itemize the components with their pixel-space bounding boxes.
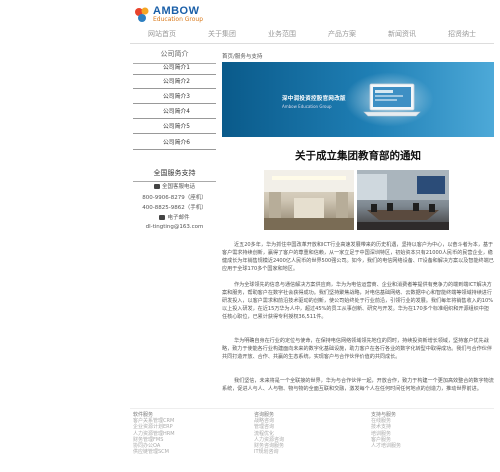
article-paragraph-2: 作为全球领先的信息与通信解决方案供应商，华为为电信运营商、企业和消费者等提供有竞… (222, 282, 494, 320)
article-paragraph-4: 我们坚信，未来将是一个全联接的世界，华为与合作伙伴一起，开放合作，致力于构建一个… (222, 378, 494, 392)
article-paragraph-1: 近五20多年，华为抓住中国改革开放和ICT行业高速发展带来的历史机遇，坚持以客户… (222, 242, 494, 272)
nav-products[interactable]: 产品方案 (328, 29, 356, 39)
banner-subline: Ambow Education Group (282, 104, 332, 109)
sidebar-item-1[interactable]: 公司简介1 (133, 62, 216, 75)
nav-careers[interactable]: 招贤纳士 (448, 29, 476, 39)
support-email-link[interactable]: dl-tingting@163.com (133, 224, 216, 230)
banner-image: 深中润投资控股官网改版 Ambow Education Group (222, 62, 494, 137)
footer-link[interactable]: 人才培训服务 (371, 443, 401, 449)
ambow-logo-icon[interactable] (133, 6, 151, 24)
breadcrumb[interactable]: 首页/服务与支持 (222, 52, 262, 60)
sidebar-item-4[interactable]: 公司简介4 (133, 106, 216, 119)
support-email-label: 电子邮件 (133, 213, 216, 221)
footer-column-software: 软件服务 客户关系管理CRM 企业资源计划ERP 人力资源管理HRM 财务管理F… (133, 412, 175, 455)
nav-home[interactable]: 网站首页 (148, 29, 176, 39)
footer-column-consulting: 咨询服务 战略咨询 管理咨询 流程优化 人力资源咨询 财务咨询服务 IT规划咨询 (254, 412, 284, 455)
support-email-text: 电子邮件 (167, 215, 190, 221)
footer-divider (130, 408, 494, 409)
sidebar-item-3[interactable]: 公司简介3 (133, 91, 216, 104)
footer-link[interactable]: 供应链管理SCM (133, 449, 175, 455)
support-phone-text: 全国客服电话 (161, 184, 195, 190)
lobby-photo-art (264, 170, 354, 230)
footer-column-support: 支持与服务 在线服务 技术支持 培训服务 客户服务 人才培训服务 (371, 412, 401, 449)
lobby-photo (264, 170, 354, 230)
support-landline: 800-9906-8279（座机） (142, 195, 207, 201)
support-title: 全国服务支持 (133, 168, 216, 182)
logo-subtitle: Education Group (153, 16, 204, 23)
support-mobile: 400-8825-9862（手机） (142, 205, 207, 211)
nav-about[interactable]: 关于集团 (208, 29, 236, 39)
support-phone-label: 全国客服电话 (133, 182, 216, 190)
footer-link[interactable]: IT规划咨询 (254, 449, 284, 455)
sidebar-item-6[interactable]: 公司简介6 (133, 137, 216, 150)
footer-link[interactable]: 人力资源管理HRM (133, 431, 175, 437)
meeting-room-photo (357, 170, 449, 230)
nav-divider (130, 43, 494, 44)
phone-icon (153, 184, 160, 189)
nav-news[interactable]: 新闻资讯 (388, 29, 416, 39)
sidebar-item-5[interactable]: 公司简介5 (133, 121, 216, 134)
mail-icon (159, 215, 166, 220)
meeting-room-art (357, 170, 449, 230)
main-nav: 网站首页 关于集团 业务范围 产品方案 新闻资讯 招贤纳士 (130, 26, 490, 42)
article-paragraph-3: 华为明确自身在行业的定位与使命，在保持电信网络领域领先地位的同时，持续投资新增长… (222, 338, 492, 360)
article-title: 关于成立集团教育部的通知 (295, 150, 421, 162)
sidebar-item-2[interactable]: 公司简介2 (133, 76, 216, 89)
nav-business[interactable]: 业务范围 (268, 29, 296, 39)
laptop-illustration-icon (363, 83, 421, 117)
banner-headline: 深中润投资控股官网改版 (282, 96, 346, 102)
footer-link[interactable]: 企业资源计划ERP (133, 424, 175, 430)
